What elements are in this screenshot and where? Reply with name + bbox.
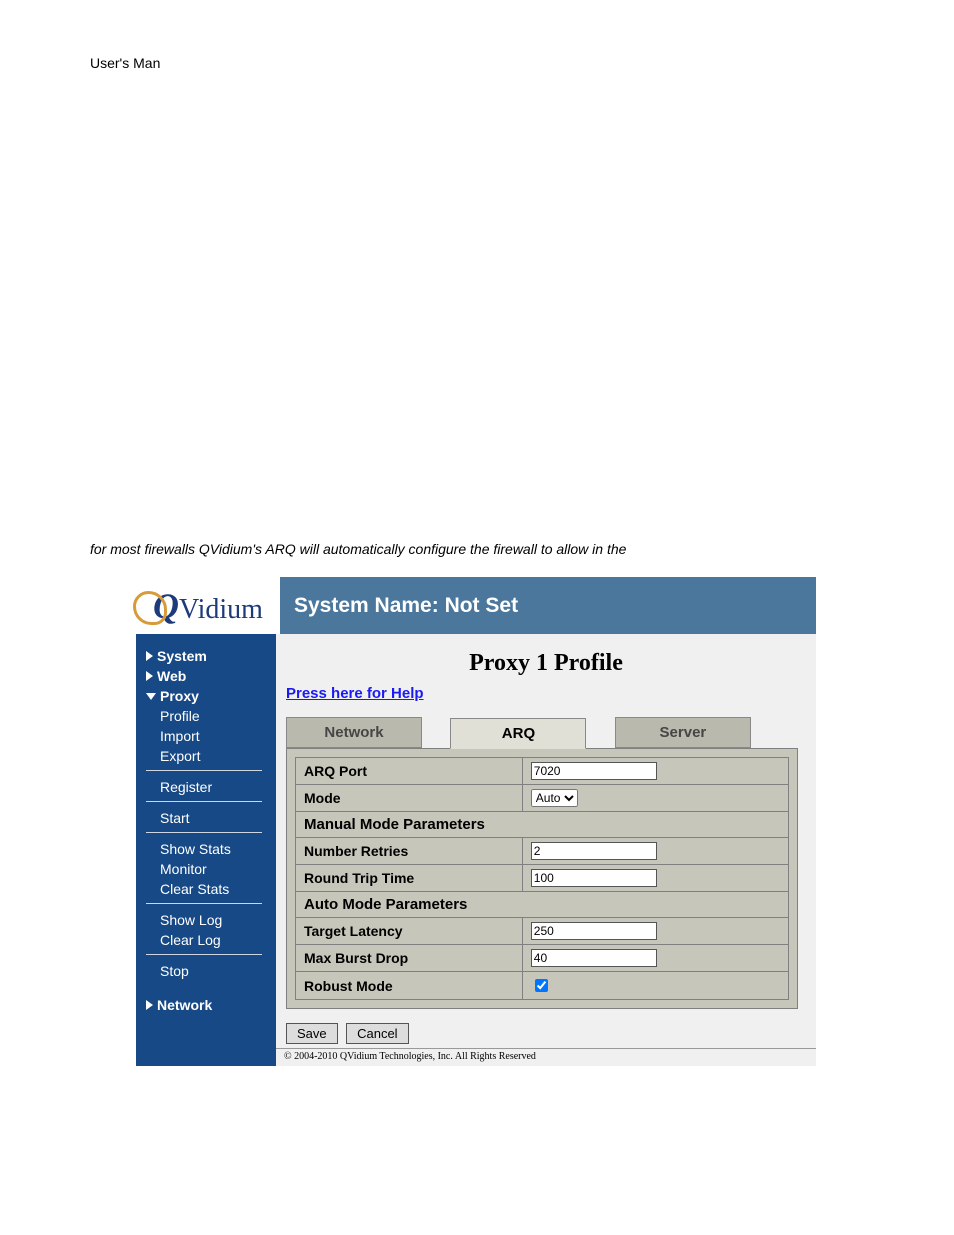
cancel-button[interactable]: Cancel [346, 1023, 408, 1044]
sidebar-item-register[interactable]: Register [146, 777, 276, 797]
app-window: QVidium System Name: Not Set System Web … [136, 577, 816, 1066]
sidebar-item-start[interactable]: Start [146, 808, 276, 828]
help-link[interactable]: Press here for Help [286, 685, 424, 702]
doc-caption-fragment: for most firewalls QVidium's ARQ will au… [0, 541, 954, 577]
tab-server[interactable]: Server [615, 717, 751, 748]
label-target-latency: Target Latency [296, 918, 523, 945]
label-robust-mode: Robust Mode [296, 972, 523, 1000]
sidebar: System Web Proxy Profile Import Export R… [136, 634, 276, 1066]
tab-arq[interactable]: ARQ [450, 718, 586, 749]
input-round-trip[interactable] [531, 869, 657, 887]
sidebar-item-stop[interactable]: Stop [146, 961, 276, 981]
input-max-burst[interactable] [531, 949, 657, 967]
input-number-retries[interactable] [531, 842, 657, 860]
sidebar-item-clear-log[interactable]: Clear Log [146, 930, 276, 950]
save-button[interactable]: Save [286, 1023, 338, 1044]
label-max-burst: Max Burst Drop [296, 945, 523, 972]
input-arq-port[interactable] [531, 762, 657, 780]
logo-text: QVidium [153, 585, 263, 627]
page-title: Proxy 1 Profile [276, 650, 816, 677]
sidebar-item-monitor[interactable]: Monitor [146, 859, 276, 879]
section-auto-header: Auto Mode Parameters [296, 892, 789, 918]
sidebar-item-profile[interactable]: Profile [146, 706, 276, 726]
doc-header-fragment: User's Man [0, 0, 954, 71]
logo: QVidium [136, 577, 280, 634]
blank-space [0, 71, 954, 541]
sidebar-item-web[interactable]: Web [146, 666, 276, 686]
sidebar-item-show-log[interactable]: Show Log [146, 910, 276, 930]
tab-network[interactable]: Network [286, 717, 422, 748]
tab-bar: Network ARQ Server [286, 717, 816, 748]
sidebar-item-clear-stats[interactable]: Clear Stats [146, 879, 276, 899]
sidebar-item-system[interactable]: System [146, 646, 276, 666]
content-area: Proxy 1 Profile Press here for Help Netw… [276, 634, 816, 1066]
form-panel: ARQ Port Mode Auto Manual Mode Parameter… [286, 748, 798, 1009]
sidebar-item-export[interactable]: Export [146, 746, 276, 766]
select-mode[interactable]: Auto [531, 789, 578, 807]
sidebar-item-network[interactable]: Network [146, 995, 276, 1015]
arq-form-table: ARQ Port Mode Auto Manual Mode Parameter… [295, 757, 789, 1000]
label-round-trip: Round Trip Time [296, 865, 523, 892]
sidebar-item-proxy[interactable]: Proxy [146, 686, 276, 706]
system-name-bar: System Name: Not Set [280, 577, 816, 634]
copyright: © 2004-2010 QVidium Technologies, Inc. A… [276, 1048, 816, 1066]
header-row: QVidium System Name: Not Set [136, 577, 816, 634]
label-number-retries: Number Retries [296, 838, 523, 865]
checkbox-robust-mode[interactable] [535, 979, 548, 992]
section-manual-header: Manual Mode Parameters [296, 812, 789, 838]
label-arq-port: ARQ Port [296, 758, 523, 785]
label-mode: Mode [296, 785, 523, 812]
input-target-latency[interactable] [531, 922, 657, 940]
sidebar-item-import[interactable]: Import [146, 726, 276, 746]
sidebar-item-show-stats[interactable]: Show Stats [146, 839, 276, 859]
